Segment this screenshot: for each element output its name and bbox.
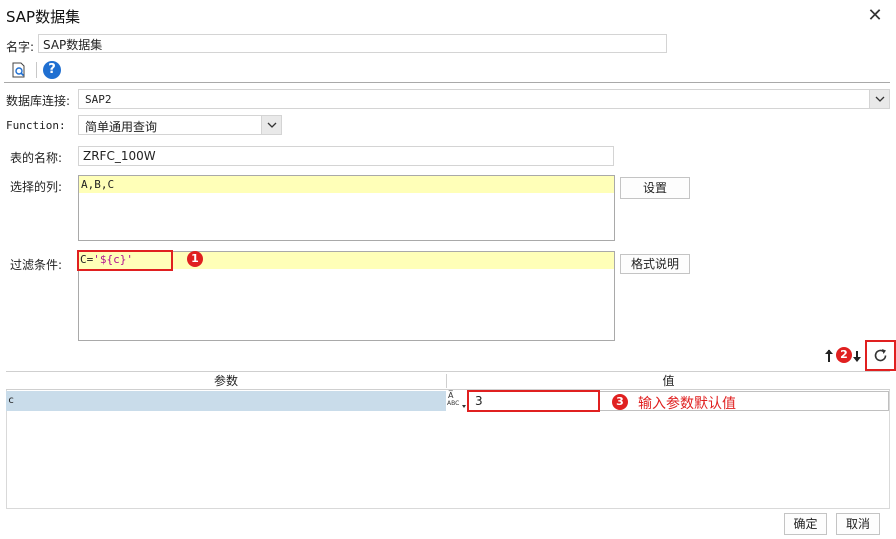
toolbar-divider — [36, 62, 37, 78]
refresh-icon[interactable] — [872, 347, 889, 364]
settings-button[interactable]: 设置 — [620, 177, 690, 199]
function-value: 简单通用查询 — [85, 120, 158, 134]
name-label: 名字: — [6, 40, 35, 54]
function-select[interactable]: 简单通用查询 — [78, 115, 282, 135]
columns-value: A,B,C — [81, 178, 115, 191]
cancel-button[interactable]: 取消 — [836, 513, 880, 535]
name-input[interactable]: SAP数据集 — [38, 34, 667, 53]
annotation-badge-2: 2 — [836, 347, 852, 363]
title-bar: SAP数据集 ✕ — [0, 0, 896, 32]
current-line-highlight — [79, 176, 614, 193]
toolbar-separator — [4, 82, 890, 83]
param-name-cell[interactable]: c — [6, 391, 446, 411]
close-icon[interactable]: ✕ — [862, 3, 888, 29]
arrow-up-icon[interactable] — [824, 348, 834, 364]
table-name-label: 表的名称: — [10, 151, 63, 165]
filter-label: 过滤条件: — [10, 258, 63, 272]
params-grid-header: 参数 值 — [6, 371, 890, 390]
db-connection-label: 数据库连接: — [6, 94, 71, 108]
db-connection-value: SAP2 — [85, 93, 112, 106]
param-name: c — [8, 395, 15, 406]
annotation-box-3 — [467, 390, 600, 412]
function-label: Function: — [6, 119, 66, 132]
ok-button[interactable]: 确定 — [784, 513, 827, 535]
columns-label: 选择的列: — [10, 180, 63, 194]
db-connection-select[interactable]: SAP2 — [78, 89, 890, 109]
chevron-down-icon[interactable] — [261, 116, 281, 134]
format-help-button[interactable]: 格式说明 — [620, 254, 690, 274]
annotation-note-3: 输入参数默认值 — [638, 396, 736, 412]
column-header-param[interactable]: 参数 — [6, 372, 446, 390]
window-title: SAP数据集 — [6, 8, 81, 26]
table-name-input[interactable]: ZRFC_100W — [78, 146, 614, 166]
column-header-value[interactable]: 值 — [447, 372, 890, 390]
columns-textarea[interactable]: A,B,C — [78, 175, 615, 241]
arrow-down-icon[interactable] — [852, 351, 862, 363]
annotation-box-1 — [77, 250, 173, 271]
annotation-badge-3: 3 — [612, 394, 628, 410]
annotation-badge-1: 1 — [187, 251, 203, 267]
value-type-icon[interactable]: A̅ ABC — [447, 391, 466, 411]
help-icon[interactable]: ? — [43, 61, 61, 79]
preview-icon[interactable] — [10, 61, 28, 79]
chevron-down-icon[interactable] — [869, 90, 889, 108]
